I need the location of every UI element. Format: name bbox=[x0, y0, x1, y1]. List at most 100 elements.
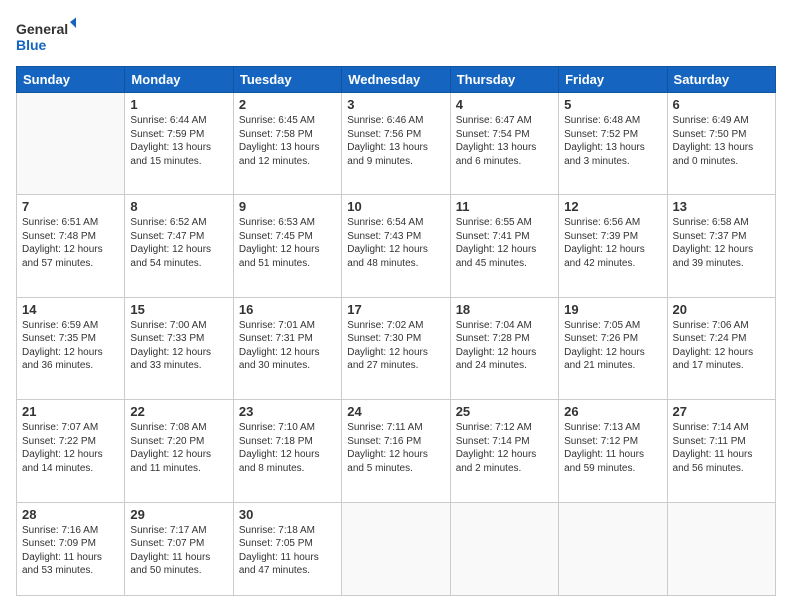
weekday-header-friday: Friday bbox=[559, 67, 667, 93]
calendar-week-5: 28 Sunrise: 7:16 AM Sunset: 7:09 PM Dayli… bbox=[17, 502, 776, 595]
day-info: Sunrise: 6:44 AM Sunset: 7:59 PM Dayligh… bbox=[130, 114, 227, 168]
day-info: Sunrise: 7:12 AM Sunset: 7:14 PM Dayligh… bbox=[456, 421, 553, 475]
header: General Blue bbox=[16, 16, 776, 56]
calendar-cell: 19 Sunrise: 7:05 AM Sunset: 7:26 PM Dayli… bbox=[559, 297, 667, 399]
calendar-cell bbox=[450, 502, 558, 595]
day-info: Sunrise: 6:52 AM Sunset: 7:47 PM Dayligh… bbox=[130, 216, 227, 270]
weekday-header-row: SundayMondayTuesdayWednesdayThursdayFrid… bbox=[17, 67, 776, 93]
weekday-header-wednesday: Wednesday bbox=[342, 67, 450, 93]
day-number: 12 bbox=[564, 199, 661, 214]
calendar-cell: 25 Sunrise: 7:12 AM Sunset: 7:14 PM Dayli… bbox=[450, 400, 558, 502]
day-info: Sunrise: 6:55 AM Sunset: 7:41 PM Dayligh… bbox=[456, 216, 553, 270]
calendar-cell: 26 Sunrise: 7:13 AM Sunset: 7:12 PM Dayli… bbox=[559, 400, 667, 502]
day-number: 13 bbox=[673, 199, 770, 214]
day-number: 25 bbox=[456, 404, 553, 419]
day-info: Sunrise: 7:05 AM Sunset: 7:26 PM Dayligh… bbox=[564, 319, 661, 373]
day-number: 27 bbox=[673, 404, 770, 419]
day-number: 21 bbox=[22, 404, 119, 419]
day-info: Sunrise: 7:02 AM Sunset: 7:30 PM Dayligh… bbox=[347, 319, 444, 373]
calendar-cell bbox=[667, 502, 775, 595]
day-number: 2 bbox=[239, 97, 336, 112]
calendar-cell: 2 Sunrise: 6:45 AM Sunset: 7:58 PM Daylig… bbox=[233, 93, 341, 195]
day-info: Sunrise: 7:01 AM Sunset: 7:31 PM Dayligh… bbox=[239, 319, 336, 373]
day-number: 29 bbox=[130, 507, 227, 522]
calendar-cell: 15Sunrise: 7:00 AM Sunset: 7:33 PM Dayli… bbox=[125, 297, 233, 399]
day-number: 17 bbox=[347, 302, 444, 317]
weekday-header-monday: Monday bbox=[125, 67, 233, 93]
calendar-week-4: 21 Sunrise: 7:07 AM Sunset: 7:22 PM Dayli… bbox=[17, 400, 776, 502]
calendar-cell: 12 Sunrise: 6:56 AM Sunset: 7:39 PM Dayli… bbox=[559, 195, 667, 297]
day-info: Sunrise: 7:04 AM Sunset: 7:28 PM Dayligh… bbox=[456, 319, 553, 373]
calendar-cell bbox=[559, 502, 667, 595]
day-info: Sunrise: 6:59 AM Sunset: 7:35 PM Dayligh… bbox=[22, 319, 119, 373]
calendar-cell: 29Sunrise: 7:17 AM Sunset: 7:07 PM Dayli… bbox=[125, 502, 233, 595]
day-number: 6 bbox=[673, 97, 770, 112]
day-info: Sunrise: 7:18 AM Sunset: 7:05 PM Dayligh… bbox=[239, 524, 336, 578]
calendar-cell: 20 Sunrise: 7:06 AM Sunset: 7:24 PM Dayli… bbox=[667, 297, 775, 399]
day-info: Sunrise: 7:10 AM Sunset: 7:18 PM Dayligh… bbox=[239, 421, 336, 475]
day-number: 10 bbox=[347, 199, 444, 214]
weekday-header-tuesday: Tuesday bbox=[233, 67, 341, 93]
day-number: 4 bbox=[456, 97, 553, 112]
day-number: 24 bbox=[347, 404, 444, 419]
calendar-cell: 23 Sunrise: 7:10 AM Sunset: 7:18 PM Dayli… bbox=[233, 400, 341, 502]
day-info: Sunrise: 7:07 AM Sunset: 7:22 PM Dayligh… bbox=[22, 421, 119, 475]
calendar-week-3: 14Sunrise: 6:59 AM Sunset: 7:35 PM Dayli… bbox=[17, 297, 776, 399]
logo: General Blue bbox=[16, 16, 76, 56]
calendar-cell: 17 Sunrise: 7:02 AM Sunset: 7:30 PM Dayli… bbox=[342, 297, 450, 399]
weekday-header-sunday: Sunday bbox=[17, 67, 125, 93]
day-number: 8 bbox=[130, 199, 227, 214]
day-number: 1 bbox=[130, 97, 227, 112]
day-info: Sunrise: 6:56 AM Sunset: 7:39 PM Dayligh… bbox=[564, 216, 661, 270]
day-number: 23 bbox=[239, 404, 336, 419]
day-info: Sunrise: 6:51 AM Sunset: 7:48 PM Dayligh… bbox=[22, 216, 119, 270]
svg-text:General: General bbox=[16, 21, 68, 37]
calendar-cell: 3Sunrise: 6:46 AM Sunset: 7:56 PM Daylig… bbox=[342, 93, 450, 195]
day-number: 15 bbox=[130, 302, 227, 317]
day-info: Sunrise: 7:16 AM Sunset: 7:09 PM Dayligh… bbox=[22, 524, 119, 578]
calendar-cell: 27 Sunrise: 7:14 AM Sunset: 7:11 PM Dayli… bbox=[667, 400, 775, 502]
day-info: Sunrise: 7:13 AM Sunset: 7:12 PM Dayligh… bbox=[564, 421, 661, 475]
calendar-cell: 7Sunrise: 6:51 AM Sunset: 7:48 PM Daylig… bbox=[17, 195, 125, 297]
day-info: Sunrise: 7:14 AM Sunset: 7:11 PM Dayligh… bbox=[673, 421, 770, 475]
logo-svg: General Blue bbox=[16, 16, 76, 56]
svg-text:Blue: Blue bbox=[16, 37, 47, 53]
calendar-cell: 18 Sunrise: 7:04 AM Sunset: 7:28 PM Dayli… bbox=[450, 297, 558, 399]
day-info: Sunrise: 6:45 AM Sunset: 7:58 PM Dayligh… bbox=[239, 114, 336, 168]
calendar-table: SundayMondayTuesdayWednesdayThursdayFrid… bbox=[16, 66, 776, 596]
day-info: Sunrise: 6:47 AM Sunset: 7:54 PM Dayligh… bbox=[456, 114, 553, 168]
day-number: 16 bbox=[239, 302, 336, 317]
day-number: 3 bbox=[347, 97, 444, 112]
day-number: 30 bbox=[239, 507, 336, 522]
calendar-cell: 30 Sunrise: 7:18 AM Sunset: 7:05 PM Dayli… bbox=[233, 502, 341, 595]
day-number: 11 bbox=[456, 199, 553, 214]
day-info: Sunrise: 6:48 AM Sunset: 7:52 PM Dayligh… bbox=[564, 114, 661, 168]
calendar-cell: 4 Sunrise: 6:47 AM Sunset: 7:54 PM Daylig… bbox=[450, 93, 558, 195]
calendar-cell: 11 Sunrise: 6:55 AM Sunset: 7:41 PM Dayli… bbox=[450, 195, 558, 297]
calendar-week-1: 1 Sunrise: 6:44 AM Sunset: 7:59 PM Daylig… bbox=[17, 93, 776, 195]
calendar-cell: 6 Sunrise: 6:49 AM Sunset: 7:50 PM Daylig… bbox=[667, 93, 775, 195]
day-number: 20 bbox=[673, 302, 770, 317]
day-number: 9 bbox=[239, 199, 336, 214]
calendar-cell bbox=[342, 502, 450, 595]
day-number: 28 bbox=[22, 507, 119, 522]
calendar-cell: 21 Sunrise: 7:07 AM Sunset: 7:22 PM Dayli… bbox=[17, 400, 125, 502]
calendar-cell bbox=[17, 93, 125, 195]
day-number: 18 bbox=[456, 302, 553, 317]
page: General Blue SundayMondayTuesdayWednesda… bbox=[0, 0, 792, 612]
day-info: Sunrise: 6:49 AM Sunset: 7:50 PM Dayligh… bbox=[673, 114, 770, 168]
calendar-cell: 10Sunrise: 6:54 AM Sunset: 7:43 PM Dayli… bbox=[342, 195, 450, 297]
weekday-header-thursday: Thursday bbox=[450, 67, 558, 93]
day-number: 26 bbox=[564, 404, 661, 419]
calendar-cell: 8 Sunrise: 6:52 AM Sunset: 7:47 PM Daylig… bbox=[125, 195, 233, 297]
day-info: Sunrise: 6:53 AM Sunset: 7:45 PM Dayligh… bbox=[239, 216, 336, 270]
calendar-week-2: 7Sunrise: 6:51 AM Sunset: 7:48 PM Daylig… bbox=[17, 195, 776, 297]
calendar-cell: 5Sunrise: 6:48 AM Sunset: 7:52 PM Daylig… bbox=[559, 93, 667, 195]
day-info: Sunrise: 7:06 AM Sunset: 7:24 PM Dayligh… bbox=[673, 319, 770, 373]
calendar-cell: 22Sunrise: 7:08 AM Sunset: 7:20 PM Dayli… bbox=[125, 400, 233, 502]
day-info: Sunrise: 6:58 AM Sunset: 7:37 PM Dayligh… bbox=[673, 216, 770, 270]
calendar-cell: 28 Sunrise: 7:16 AM Sunset: 7:09 PM Dayli… bbox=[17, 502, 125, 595]
day-number: 19 bbox=[564, 302, 661, 317]
calendar-cell: 13 Sunrise: 6:58 AM Sunset: 7:37 PM Dayli… bbox=[667, 195, 775, 297]
calendar-cell: 16 Sunrise: 7:01 AM Sunset: 7:31 PM Dayli… bbox=[233, 297, 341, 399]
